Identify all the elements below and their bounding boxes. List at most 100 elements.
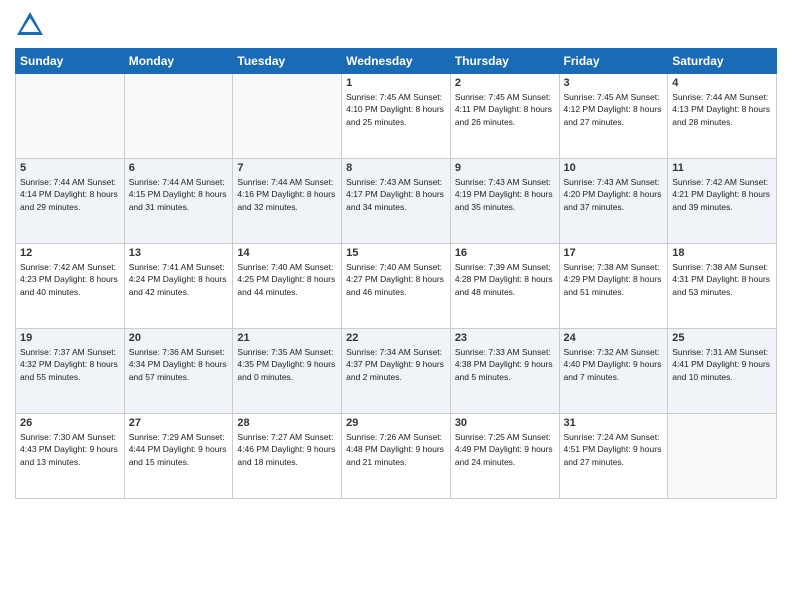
day-number: 8 [346,162,446,174]
day-number: 30 [455,417,555,429]
calendar-cell: 2 Sunrise: 7:45 AM Sunset: 4:11 PM Daylig… [450,74,559,159]
day-number: 20 [129,332,229,344]
day-number: 4 [672,77,772,89]
calendar-cell: 25 Sunrise: 7:31 AM Sunset: 4:41 PM Dayli… [668,329,777,414]
calendar-week-row: 1Sunrise: 7:45 AM Sunset: 4:10 PM Daylig… [16,74,777,159]
day-info: Sunrise: 7:45 AM Sunset: 4:12 PM Dayligh… [564,91,664,128]
calendar-header-row: SundayMondayTuesdayWednesdayThursdayFrid… [16,49,777,74]
day-number: 31 [564,417,664,429]
calendar-week-row: 5Sunrise: 7:44 AM Sunset: 4:14 PM Daylig… [16,159,777,244]
day-number: 28 [237,417,337,429]
day-number: 15 [346,247,446,259]
day-info: Sunrise: 7:30 AM Sunset: 4:43 PM Dayligh… [20,431,120,468]
day-number: 3 [564,77,664,89]
day-info: Sunrise: 7:39 AM Sunset: 4:28 PM Dayligh… [455,261,555,298]
day-info: Sunrise: 7:40 AM Sunset: 4:25 PM Dayligh… [237,261,337,298]
day-info: Sunrise: 7:27 AM Sunset: 4:46 PM Dayligh… [237,431,337,468]
day-info: Sunrise: 7:33 AM Sunset: 4:38 PM Dayligh… [455,346,555,383]
day-info: Sunrise: 7:44 AM Sunset: 4:15 PM Dayligh… [129,176,229,213]
logo [15,10,47,40]
day-number: 16 [455,247,555,259]
calendar-page: SundayMondayTuesdayWednesdayThursdayFrid… [0,0,792,612]
day-info: Sunrise: 7:42 AM Sunset: 4:21 PM Dayligh… [672,176,772,213]
day-number: 9 [455,162,555,174]
day-number: 12 [20,247,120,259]
day-info: Sunrise: 7:45 AM Sunset: 4:10 PM Dayligh… [346,91,446,128]
calendar-cell: 23Sunrise: 7:33 AM Sunset: 4:38 PM Dayli… [450,329,559,414]
calendar-cell [668,414,777,499]
day-info: Sunrise: 7:43 AM Sunset: 4:19 PM Dayligh… [455,176,555,213]
calendar-cell: 3 Sunrise: 7:45 AM Sunset: 4:12 PM Daylig… [559,74,668,159]
calendar-cell: 28 Sunrise: 7:27 AM Sunset: 4:46 PM Dayli… [233,414,342,499]
calendar-cell: 31 Sunrise: 7:24 AM Sunset: 4:51 PM Dayli… [559,414,668,499]
day-number: 29 [346,417,446,429]
calendar-cell: 14 Sunrise: 7:40 AM Sunset: 4:25 PM Dayli… [233,244,342,329]
day-number: 18 [672,247,772,259]
day-number: 2 [455,77,555,89]
calendar-cell [233,74,342,159]
calendar-cell: 5Sunrise: 7:44 AM Sunset: 4:14 PM Daylig… [16,159,125,244]
day-info: Sunrise: 7:41 AM Sunset: 4:24 PM Dayligh… [129,261,229,298]
calendar-cell [124,74,233,159]
calendar-cell: 26 Sunrise: 7:30 AM Sunset: 4:43 PM Dayli… [16,414,125,499]
calendar-cell: 12 Sunrise: 7:42 AM Sunset: 4:23 PM Dayli… [16,244,125,329]
calendar-week-row: 26 Sunrise: 7:30 AM Sunset: 4:43 PM Dayli… [16,414,777,499]
day-info: Sunrise: 7:24 AM Sunset: 4:51 PM Dayligh… [564,431,664,468]
day-info: Sunrise: 7:32 AM Sunset: 4:40 PM Dayligh… [564,346,664,383]
calendar-cell: 6 Sunrise: 7:44 AM Sunset: 4:15 PM Daylig… [124,159,233,244]
day-info: Sunrise: 7:25 AM Sunset: 4:49 PM Dayligh… [455,431,555,468]
calendar-cell: 30 Sunrise: 7:25 AM Sunset: 4:49 PM Dayli… [450,414,559,499]
day-number: 7 [237,162,337,174]
calendar-cell: 15 Sunrise: 7:40 AM Sunset: 4:27 PM Dayli… [342,244,451,329]
day-info: Sunrise: 7:44 AM Sunset: 4:13 PM Dayligh… [672,91,772,128]
calendar-cell: 9 Sunrise: 7:43 AM Sunset: 4:19 PM Daylig… [450,159,559,244]
calendar-cell: 18Sunrise: 7:38 AM Sunset: 4:31 PM Dayli… [668,244,777,329]
day-number: 14 [237,247,337,259]
day-info: Sunrise: 7:26 AM Sunset: 4:48 PM Dayligh… [346,431,446,468]
calendar-cell: 16 Sunrise: 7:39 AM Sunset: 4:28 PM Dayli… [450,244,559,329]
day-number: 6 [129,162,229,174]
calendar-week-row: 19 Sunrise: 7:37 AM Sunset: 4:32 PM Dayli… [16,329,777,414]
calendar-cell: 11 Sunrise: 7:42 AM Sunset: 4:21 PM Dayli… [668,159,777,244]
day-number: 21 [237,332,337,344]
day-number: 25 [672,332,772,344]
calendar-cell: 13 Sunrise: 7:41 AM Sunset: 4:24 PM Dayli… [124,244,233,329]
page-header [15,10,777,40]
day-info: Sunrise: 7:35 AM Sunset: 4:35 PM Dayligh… [237,346,337,383]
calendar-cell [16,74,125,159]
day-number: 26 [20,417,120,429]
day-number: 10 [564,162,664,174]
calendar-cell: 20 Sunrise: 7:36 AM Sunset: 4:34 PM Dayli… [124,329,233,414]
calendar-cell: 22Sunrise: 7:34 AM Sunset: 4:37 PM Dayli… [342,329,451,414]
calendar-cell: 27Sunrise: 7:29 AM Sunset: 4:44 PM Dayli… [124,414,233,499]
day-info: Sunrise: 7:37 AM Sunset: 4:32 PM Dayligh… [20,346,120,383]
day-info: Sunrise: 7:45 AM Sunset: 4:11 PM Dayligh… [455,91,555,128]
calendar-table: SundayMondayTuesdayWednesdayThursdayFrid… [15,48,777,499]
calendar-cell: 17 Sunrise: 7:38 AM Sunset: 4:29 PM Dayli… [559,244,668,329]
calendar-cell: 7 Sunrise: 7:44 AM Sunset: 4:16 PM Daylig… [233,159,342,244]
calendar-cell: 24 Sunrise: 7:32 AM Sunset: 4:40 PM Dayli… [559,329,668,414]
day-info: Sunrise: 7:40 AM Sunset: 4:27 PM Dayligh… [346,261,446,298]
calendar-cell: 29 Sunrise: 7:26 AM Sunset: 4:48 PM Dayli… [342,414,451,499]
day-number: 13 [129,247,229,259]
day-number: 11 [672,162,772,174]
day-info: Sunrise: 7:43 AM Sunset: 4:17 PM Dayligh… [346,176,446,213]
day-info: Sunrise: 7:31 AM Sunset: 4:41 PM Dayligh… [672,346,772,383]
day-number: 27 [129,417,229,429]
day-info: Sunrise: 7:36 AM Sunset: 4:34 PM Dayligh… [129,346,229,383]
calendar-day-header: Friday [559,49,668,74]
day-number: 19 [20,332,120,344]
day-number: 17 [564,247,664,259]
day-info: Sunrise: 7:42 AM Sunset: 4:23 PM Dayligh… [20,261,120,298]
day-info: Sunrise: 7:43 AM Sunset: 4:20 PM Dayligh… [564,176,664,213]
calendar-cell: 4 Sunrise: 7:44 AM Sunset: 4:13 PM Daylig… [668,74,777,159]
calendar-cell: 10 Sunrise: 7:43 AM Sunset: 4:20 PM Dayli… [559,159,668,244]
calendar-cell: 8 Sunrise: 7:43 AM Sunset: 4:17 PM Daylig… [342,159,451,244]
day-info: Sunrise: 7:44 AM Sunset: 4:16 PM Dayligh… [237,176,337,213]
day-number: 5 [20,162,120,174]
calendar-cell: 21 Sunrise: 7:35 AM Sunset: 4:35 PM Dayli… [233,329,342,414]
day-info: Sunrise: 7:38 AM Sunset: 4:29 PM Dayligh… [564,261,664,298]
day-number: 24 [564,332,664,344]
logo-icon [15,10,45,40]
day-info: Sunrise: 7:34 AM Sunset: 4:37 PM Dayligh… [346,346,446,383]
